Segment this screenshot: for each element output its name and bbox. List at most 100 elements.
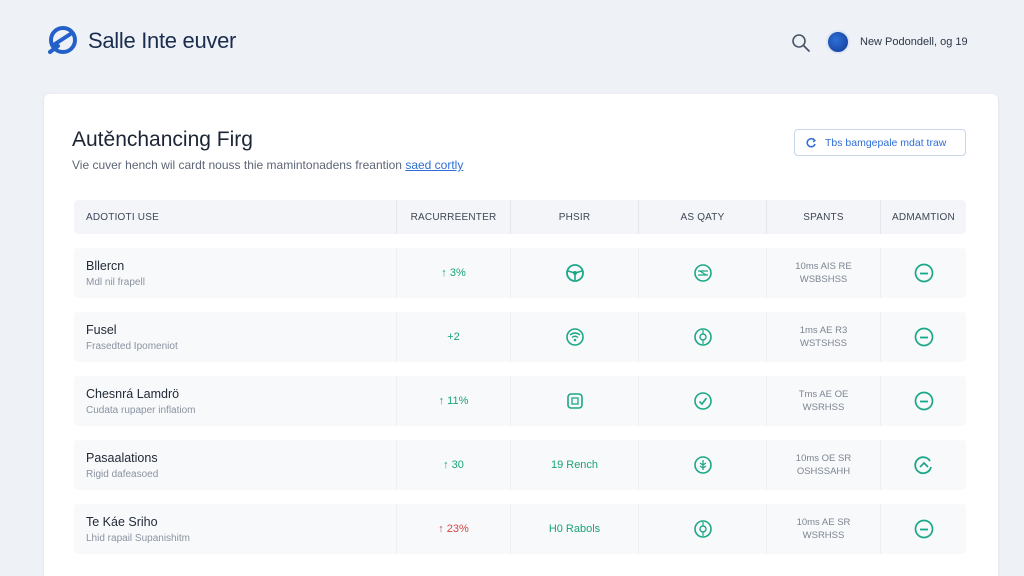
- subtitle-text: Vie cuver hench wil cardt nouss thie mam…: [72, 158, 402, 172]
- header-quality[interactable]: AS QATY: [638, 200, 766, 234]
- globe-icon: [693, 264, 712, 282]
- arrow-circle-icon: [913, 456, 932, 475]
- status-line: WSBSHSS: [799, 274, 848, 285]
- cell-quality[interactable]: [638, 248, 766, 298]
- cell-status: 1ms AE R3 WSTSHSS: [766, 312, 880, 362]
- cell-status: 10ms OE SR OSHSSAHH: [766, 440, 880, 490]
- table-row[interactable]: Te Káe Sriho Lhid rapail Supanishitm ↑ 23%…: [74, 504, 966, 554]
- status-line: 1ms AE R3: [799, 325, 848, 336]
- cell-change: ↑ 3%: [396, 248, 510, 298]
- minus-circle-icon: [914, 327, 933, 347]
- row-description: Lhid rapail Supanishitm: [86, 532, 190, 544]
- name-wrap: Te Káe Sriho Lhid rapail Supanishitm: [86, 515, 190, 544]
- row-name[interactable]: Fusel: [86, 323, 178, 337]
- target-icon: [693, 328, 712, 346]
- cell-name: Bllercn Mdl nil frapell: [74, 248, 396, 298]
- cell-quality[interactable]: [638, 440, 766, 490]
- cell-name: Fusel Frasedted Ipomeniot: [74, 312, 396, 362]
- cell-plan[interactable]: 19 Rench: [510, 440, 638, 490]
- cell-action[interactable]: [880, 504, 966, 554]
- cell-action[interactable]: [880, 440, 966, 490]
- check-circle-icon: [693, 392, 712, 410]
- page-title: Autěnchancing Firg: [72, 128, 253, 151]
- status-text: 10ms AIS RE WSBSHSS: [795, 260, 852, 286]
- status-line: 10ms OE SR: [795, 453, 852, 464]
- change-value: ↑ 11%: [438, 395, 469, 407]
- change-value: ↑ 23%: [438, 523, 469, 535]
- status-text: 10ms AE SR WSRHSS: [797, 516, 851, 542]
- status-line: 10ms AIS RE: [795, 261, 852, 272]
- row-description: Cudata rupaper inflatiom: [86, 404, 196, 416]
- plan-value: 19 Rench: [550, 459, 599, 471]
- cell-action[interactable]: [880, 312, 966, 362]
- name-wrap: Fusel Frasedted Ipomeniot: [86, 323, 178, 352]
- status-line: WSTSHSS: [800, 338, 847, 349]
- brand[interactable]: Salle Inte euver: [46, 24, 236, 58]
- cell-quality[interactable]: [638, 312, 766, 362]
- name-wrap: Chesnrá Lamdrö Cudata rupaper inflatiom: [86, 387, 196, 416]
- minus-circle-icon: [914, 263, 933, 283]
- status-text: Tms AE OE WSRHSS: [799, 388, 849, 414]
- cell-plan[interactable]: [510, 376, 638, 426]
- brand-logo-icon: [48, 26, 77, 54]
- status-line: Tms AE OE: [798, 389, 849, 400]
- header-status[interactable]: SPANTS: [766, 200, 880, 234]
- cell-action[interactable]: [880, 248, 966, 298]
- cell-quality[interactable]: [638, 376, 766, 426]
- cell-change: ↑ 23%: [396, 504, 510, 554]
- minus-circle-icon: [914, 391, 933, 411]
- status-line: 10ms AE SR: [796, 517, 851, 528]
- row-description: Frasedted Ipomeniot: [86, 340, 178, 352]
- table-row[interactable]: Pasaalations Rigid dafeasoed ↑ 30 19 Rench 1…: [74, 440, 966, 490]
- change-value: +2: [447, 331, 460, 343]
- status-text: 10ms OE SR OSHSSAHH: [796, 452, 851, 478]
- cell-plan[interactable]: [510, 312, 638, 362]
- refresh-icon: [806, 137, 816, 147]
- target-icon: [693, 520, 712, 538]
- main-card: Autěnchancing Firg Vie cuver hench wil c…: [44, 94, 998, 576]
- name-wrap: Bllercn Mdl nil frapell: [86, 259, 145, 288]
- top-action-button[interactable]: Tbs bamgepale mdat traw: [794, 129, 966, 156]
- app-title: Salle Inte euver: [88, 28, 237, 53]
- cell-name: Chesnrá Lamdrö Cudata rupaper inflatiom: [74, 376, 396, 426]
- row-name[interactable]: Te Káe Sriho: [86, 515, 190, 529]
- header-action[interactable]: ADMAMTION: [880, 200, 966, 234]
- row-description: Rigid dafeasoed: [86, 468, 159, 480]
- table-row[interactable]: Chesnrá Lamdrö Cudata rupaper inflatiom ↑ …: [74, 376, 966, 426]
- cell-name: Te Káe Sriho Lhid rapail Supanishitm: [74, 504, 396, 554]
- grid-icon: [566, 393, 583, 409]
- subtitle-link[interactable]: saed cortly: [405, 158, 463, 172]
- avatar[interactable]: [826, 30, 850, 54]
- wheat-icon: [693, 456, 712, 474]
- cell-plan[interactable]: H0 Rabols: [510, 504, 638, 554]
- wifi-icon: [565, 328, 584, 346]
- cell-status: 10ms AE SR WSRHSS: [766, 504, 880, 554]
- change-value: ↑ 30: [443, 459, 464, 471]
- row-name[interactable]: Bllercn: [86, 259, 145, 273]
- cell-action[interactable]: [880, 376, 966, 426]
- cell-name: Pasaalations Rigid dafeasoed: [74, 440, 396, 490]
- search-icon[interactable]: [790, 32, 812, 54]
- row-name[interactable]: Pasaalations: [86, 451, 158, 465]
- page-subtitle: Vie cuver hench wil cardt nouss thie mam…: [72, 158, 463, 172]
- table-row[interactable]: Fusel Frasedted Ipomeniot +2 1ms AE R3 WSTSH…: [74, 312, 966, 362]
- change-value: ↑ 3%: [441, 267, 466, 279]
- cell-change: +2: [396, 312, 510, 362]
- status-line: OSHSSAHH: [796, 466, 851, 477]
- cell-status: 10ms AIS RE WSBSHSS: [766, 248, 880, 298]
- minus-circle-icon: [914, 519, 933, 539]
- name-wrap: Pasaalations Rigid dafeasoed: [86, 451, 158, 480]
- top-action-label: Tbs bamgepale mdat traw: [825, 136, 947, 149]
- row-description: Mdl nil frapell: [86, 276, 145, 288]
- header-plan[interactable]: PHSIR: [510, 200, 638, 234]
- user-label[interactable]: New Podondell, og 19: [860, 36, 968, 48]
- header-change[interactable]: RACURREENTER: [396, 200, 510, 234]
- table-header: ADOTIOTI USE RACURREENTER PHSIR AS QATY …: [74, 200, 966, 234]
- cell-quality[interactable]: [638, 504, 766, 554]
- cell-status: Tms AE OE WSRHSS: [766, 376, 880, 426]
- table-row[interactable]: Bllercn Mdl nil frapell ↑ 3% 10ms AIS RE WSB…: [74, 248, 966, 298]
- row-name[interactable]: Chesnrá Lamdrö: [86, 387, 196, 401]
- cell-plan[interactable]: [510, 248, 638, 298]
- header-name[interactable]: ADOTIOTI USE: [74, 200, 396, 234]
- data-table: ADOTIOTI USE RACURREENTER PHSIR AS QATY …: [74, 200, 966, 554]
